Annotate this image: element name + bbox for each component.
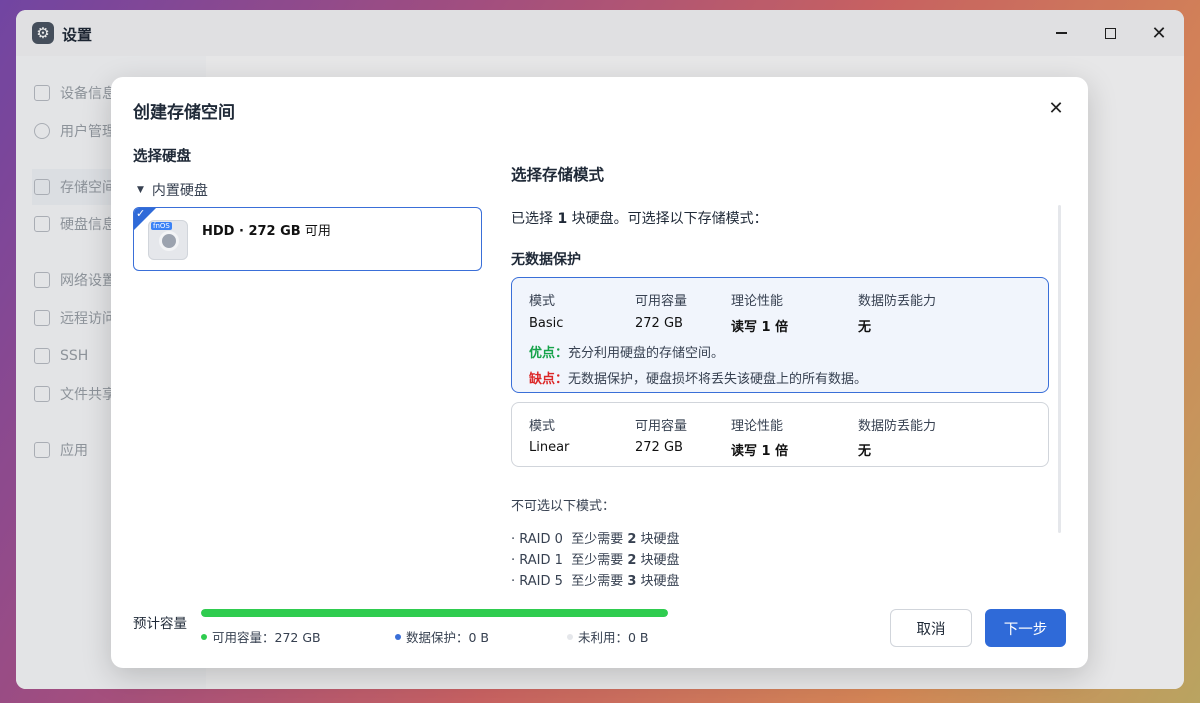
raid-mode: · RAID 5 (511, 574, 563, 589)
disc-icon (159, 231, 179, 251)
mode-capacity: 272 GB (635, 316, 683, 331)
con-text: 无数据保护，硬盘损坏将丢失该硬盘上的所有数据。 (568, 372, 868, 387)
col-header-protection: 数据防丢能力 (858, 294, 937, 309)
col-header-performance: 理论性能 (731, 419, 784, 434)
capacity-progress-bar (201, 609, 668, 617)
raid-req-prefix: 至少需要 (571, 574, 628, 589)
mode-name: Linear (529, 440, 570, 455)
estimated-capacity-label: 预计容量 (133, 616, 187, 632)
con-line: 缺点：无数据保护，硬盘损坏将丢失该硬盘上的所有数据。 (529, 368, 867, 387)
disk-status: 可用 (304, 224, 331, 239)
checkmark-icon: ✓ (136, 207, 146, 220)
mode-card-basic[interactable]: 模式 可用容量 理论性能 数据防丢能力 Basic 272 GB 读写 1 倍 … (511, 277, 1049, 393)
hdd-badge: fnOS (151, 222, 172, 230)
raid-req-prefix: 至少需要 (571, 553, 628, 568)
pro-text: 充分利用硬盘的存储空间。 (568, 346, 725, 361)
col-header-performance: 理论性能 (731, 294, 784, 309)
mode-performance: 读写 1 倍 (731, 444, 789, 459)
con-label: 缺点： (529, 372, 569, 387)
unavailable-heading: 不可选以下模式： (511, 499, 616, 514)
unavailable-item: · RAID 0 至少需要 2 块硬盘 (511, 528, 680, 547)
col-header-capacity: 可用容量 (635, 419, 688, 434)
unavailable-item: · RAID 1 至少需要 2 块硬盘 (511, 549, 680, 568)
unavailable-item: · RAID 5 至少需要 3 块硬盘 (511, 570, 680, 589)
legend-available: 可用容量：272 GB (201, 627, 321, 646)
legend-dot-icon (201, 633, 207, 640)
raid-req-suffix: 块硬盘 (636, 532, 680, 547)
legend-label: 可用容量：272 GB (212, 630, 321, 645)
pro-line: 优点：充分利用硬盘的存储空间。 (529, 342, 724, 361)
mode-performance: 读写 1 倍 (731, 320, 789, 335)
mode-protection: 无 (858, 444, 872, 459)
disk-name: HDD · 272 GB (202, 224, 301, 239)
selected-count: 1 (557, 211, 568, 227)
legend-dot-icon (567, 633, 573, 640)
col-header-protection: 数据防丢能力 (858, 419, 937, 434)
capacity-progress-fill (201, 609, 668, 617)
legend-dot-icon (395, 633, 401, 640)
mode-name: Basic (529, 316, 564, 331)
legend-label: 数据保护：0 B (406, 630, 490, 645)
storage-mode-heading: 选择存储模式 (511, 166, 605, 184)
disk-group-label: 内置硬盘 (151, 183, 208, 199)
selected-disks-text: 已选择 1 块硬盘。可选择以下存储模式： (511, 208, 768, 228)
mode-capacity: 272 GB (635, 440, 683, 455)
selected-prefix: 已选择 (511, 211, 558, 227)
caret-down-icon: ▼ (137, 185, 144, 195)
col-header-mode: 模式 (529, 419, 556, 434)
hdd-icon: fnOS (148, 220, 188, 260)
disk-label: HDD · 272 GB 可用 (202, 220, 331, 239)
raid-req-suffix: 块硬盘 (636, 574, 680, 589)
no-protection-heading: 无数据保护 (511, 252, 581, 268)
legend-unused: 未利用：0 B (567, 627, 649, 646)
close-icon[interactable]: ✕ (1046, 99, 1066, 119)
next-step-button[interactable]: 下一步 (985, 609, 1066, 647)
dialog-title: 创建存储空间 (133, 103, 235, 123)
col-header-mode: 模式 (529, 294, 556, 309)
raid-req-prefix: 至少需要 (571, 532, 628, 547)
create-storage-dialog: 创建存储空间 ✕ 选择硬盘 ▼ 内置硬盘 ✓ fnOS HDD · 272 GB… (111, 77, 1088, 668)
scrollbar[interactable] (1058, 205, 1061, 533)
mode-protection: 无 (858, 320, 872, 335)
legend-protection: 数据保护：0 B (395, 627, 489, 646)
legend-label: 未利用：0 B (578, 630, 649, 645)
raid-mode: · RAID 1 (511, 553, 563, 568)
col-header-capacity: 可用容量 (635, 294, 688, 309)
pro-label: 优点： (529, 346, 569, 361)
raid-mode: · RAID 0 (511, 532, 563, 547)
selected-suffix: 块硬盘。可选择以下存储模式： (567, 211, 768, 227)
raid-req-suffix: 块硬盘 (636, 553, 680, 568)
disk-card[interactable]: ✓ fnOS HDD · 272 GB 可用 (133, 207, 482, 271)
mode-card-linear[interactable]: 模式 可用容量 理论性能 数据防丢能力 Linear 272 GB 读写 1 倍… (511, 402, 1049, 467)
select-disk-heading: 选择硬盘 (133, 149, 191, 165)
disk-group-toggle[interactable]: ▼ 内置硬盘 (137, 180, 208, 200)
cancel-button[interactable]: 取消 (890, 609, 972, 647)
